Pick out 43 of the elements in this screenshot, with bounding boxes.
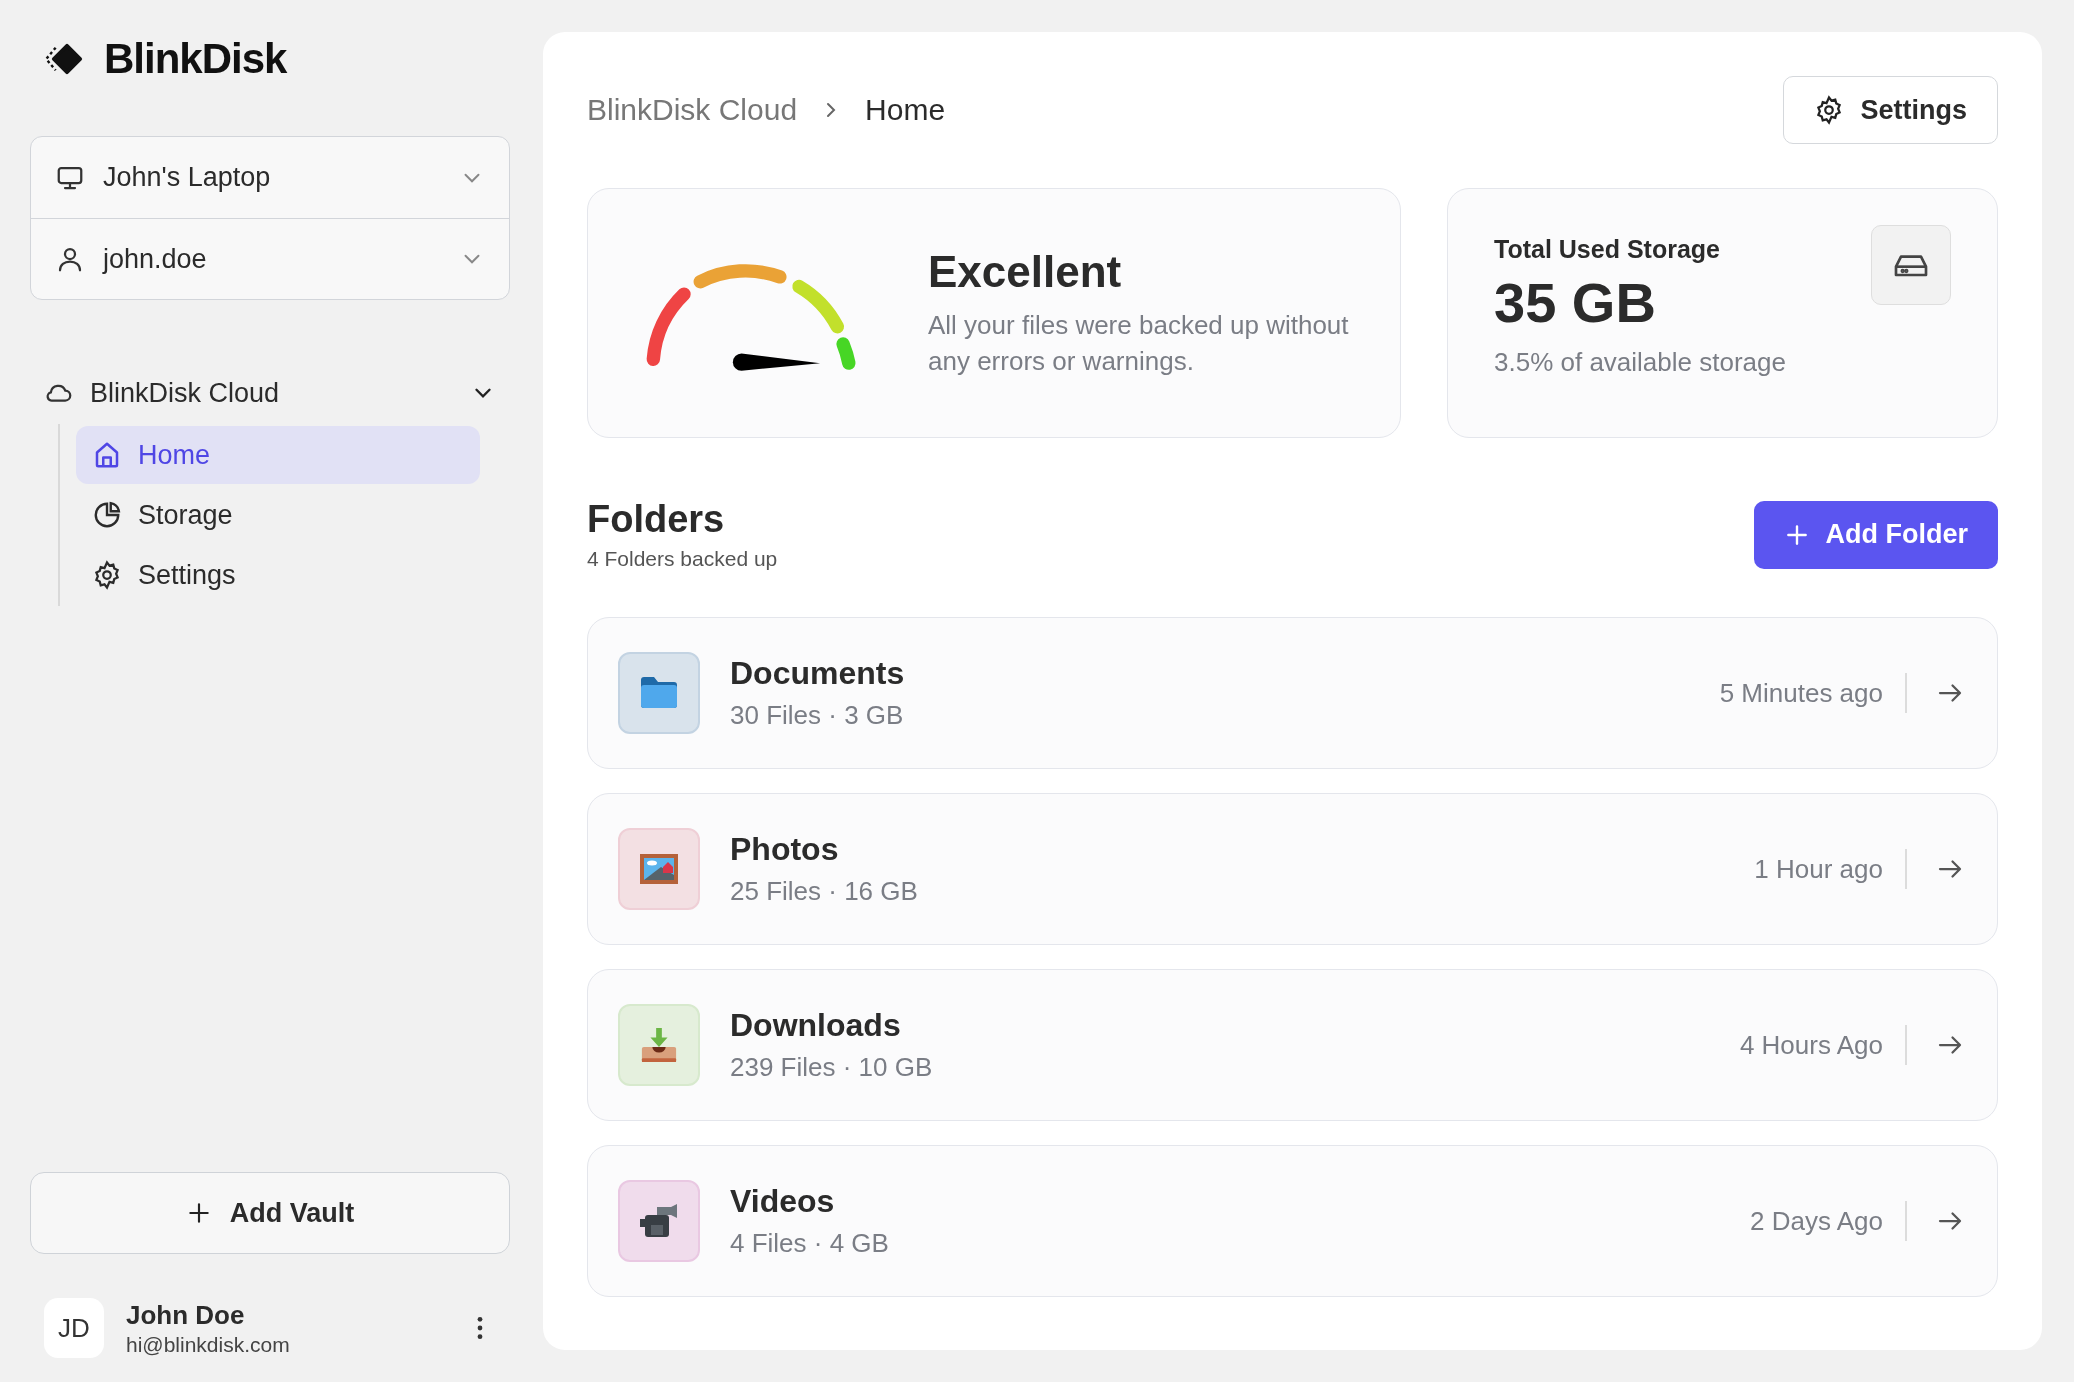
folder-name: Documents bbox=[730, 655, 906, 692]
backup-time: 1 Hour ago bbox=[1754, 853, 1883, 885]
settings-button[interactable]: Settings bbox=[1783, 76, 1998, 144]
folder-name: Photos bbox=[730, 831, 840, 868]
backup-time: 2 Days Ago bbox=[1750, 1205, 1883, 1237]
folder-details: 4 Files · 4 GB bbox=[730, 1228, 890, 1259]
folder-row[interactable]: Photos 25 Files · 16 GB 1 Hour ago bbox=[587, 793, 1998, 945]
folder-details: 25 Files · 16 GB bbox=[730, 876, 919, 907]
account-name: John Doe bbox=[126, 1299, 246, 1331]
folder-row[interactable]: Documents 30 Files · 3 GB 5 Minutes ago bbox=[587, 617, 1998, 769]
folder-row[interactable]: Downloads 239 Files · 10 GB 4 Hours Ago bbox=[587, 969, 1998, 1121]
folder-name: Downloads bbox=[730, 1007, 902, 1044]
settings-icon bbox=[92, 560, 122, 590]
dropdown-select[interactable]: John's Laptop bbox=[31, 137, 509, 218]
backup-time: 5 Minutes ago bbox=[1719, 677, 1883, 709]
folder-details: 30 Files · 3 GB bbox=[730, 700, 905, 731]
more-icon[interactable] bbox=[476, 1315, 484, 1341]
add-folder-button[interactable]: Add Folder bbox=[1753, 500, 1998, 569]
app-name: BlinkDisk bbox=[104, 35, 287, 83]
account-email: hi@blinkdisk.com bbox=[126, 1332, 291, 1357]
nav-item[interactable]: Home bbox=[76, 426, 480, 484]
pie-chart-icon bbox=[92, 500, 122, 530]
backup-time: 4 Hours Ago bbox=[1739, 1029, 1883, 1061]
section-subtitle: 4 Folders backed up bbox=[587, 547, 778, 571]
storage-label: Total Used Storage bbox=[1494, 235, 1721, 264]
breadcrumb-link[interactable]: Home bbox=[865, 93, 946, 127]
section-title: Folders bbox=[587, 498, 726, 541]
folder-details: 239 Files · 10 GB bbox=[730, 1052, 934, 1083]
vault-header[interactable]: BlinkDisk Cloud bbox=[30, 370, 510, 416]
health-description: All your files were backed up without any errors or warnings. bbox=[928, 308, 1350, 378]
avatar: JD bbox=[44, 1298, 104, 1358]
storage-note: 3.5% of available storage bbox=[1494, 347, 1786, 378]
nav-item[interactable]: Settings bbox=[76, 546, 480, 604]
folder-row[interactable]: Videos 4 Files · 4 GB 2 Days Ago bbox=[587, 1145, 1998, 1297]
health-status: Excellent bbox=[928, 246, 1123, 297]
breadcrumb-link[interactable]: BlinkDisk Cloud bbox=[587, 93, 798, 127]
folder-name: Videos bbox=[730, 1183, 836, 1220]
storage-value: 35 GB bbox=[1494, 270, 1657, 335]
nav-item[interactable]: Storage bbox=[76, 486, 480, 544]
video-camera-icon bbox=[639, 1202, 679, 1240]
add-vault-button[interactable]: Add Vault bbox=[30, 1172, 510, 1254]
download-tray-icon bbox=[639, 1026, 679, 1064]
dropdown-select[interactable]: john.doe bbox=[31, 218, 509, 299]
